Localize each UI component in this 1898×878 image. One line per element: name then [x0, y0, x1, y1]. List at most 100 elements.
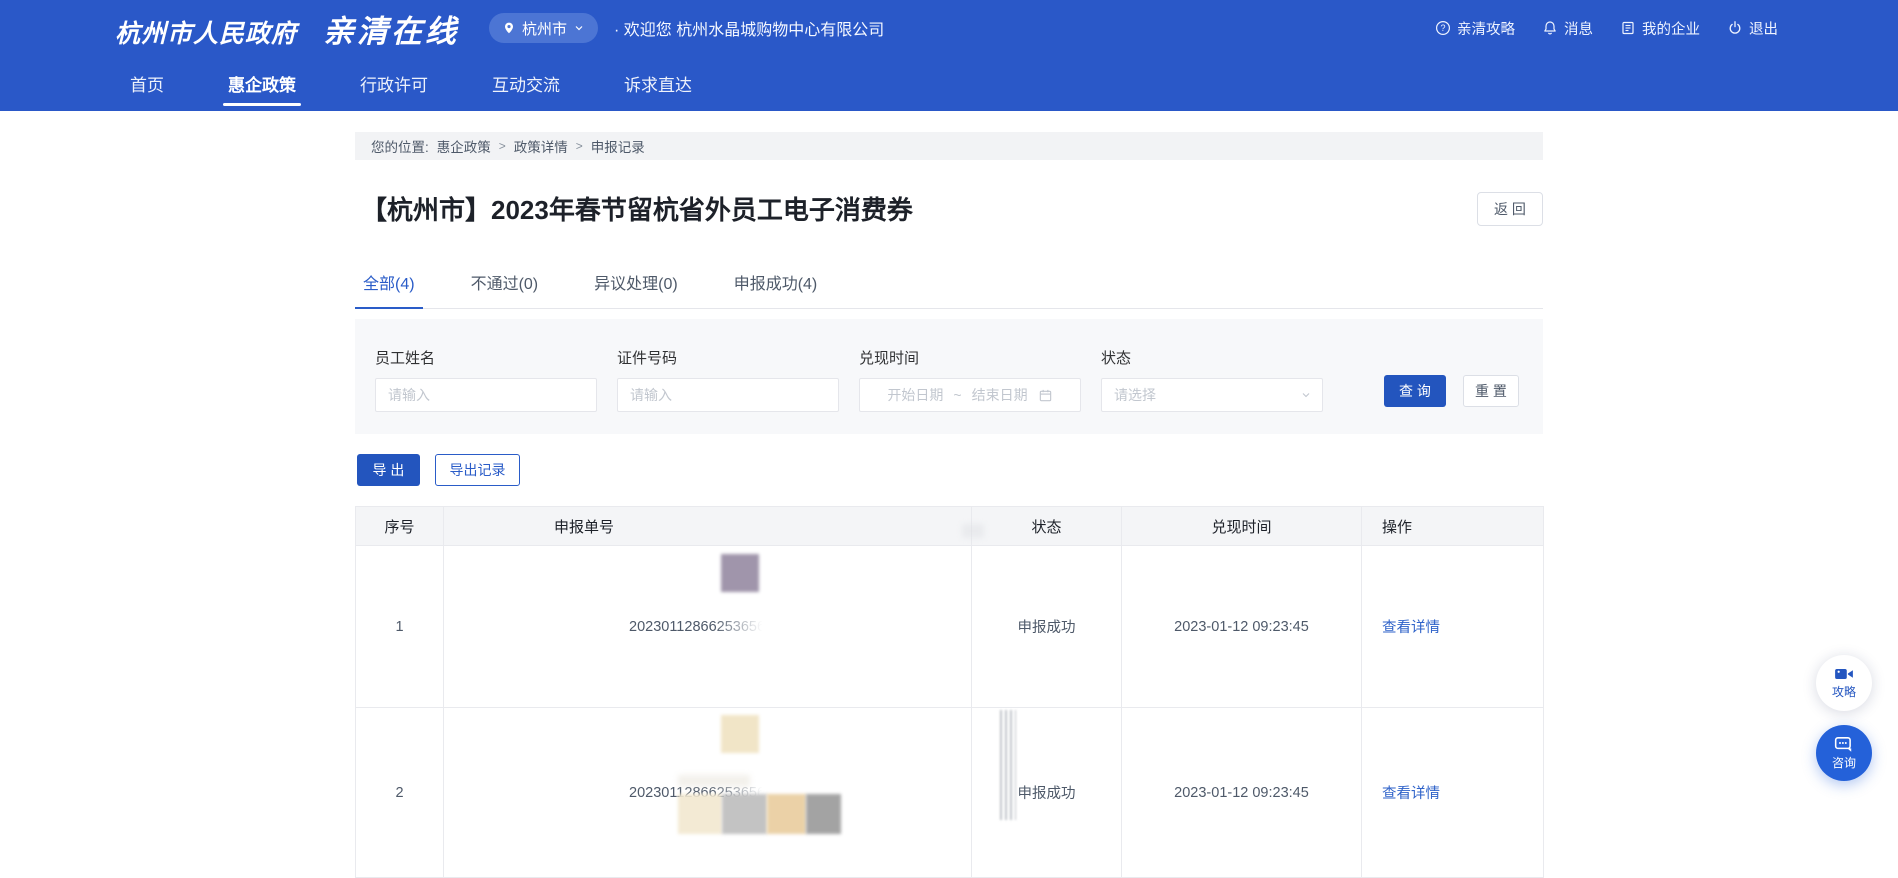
table-header-row: 序号 申报单号 状态 兑现时间 操作 [356, 507, 1544, 546]
declare-no-value: 20230112866253656 [629, 785, 765, 801]
table-row: 1 20230112866253656 申报成功 2023-01-12 09:2… [356, 546, 1544, 708]
filter-panel: 员工姓名 证件号码 兑现时间 开始日期 ~ 结束日期 状态 请选择 [355, 319, 1543, 434]
id-number-field: 证件号码 [617, 347, 859, 434]
export-button[interactable]: 导 出 [357, 454, 420, 486]
redeem-time-range-picker[interactable]: 开始日期 ~ 结束日期 [859, 378, 1081, 412]
search-button[interactable]: 查 询 [1384, 375, 1446, 407]
logout-link[interactable]: 退出 [1727, 18, 1778, 39]
floating-guide-label: 攻略 [1832, 683, 1856, 700]
employee-name-input[interactable] [375, 378, 597, 412]
breadcrumb-separator: > [576, 139, 583, 153]
filter-buttons: 查 询 重 置 [1384, 375, 1519, 434]
guide-link-label: 亲清攻略 [1457, 18, 1515, 39]
status-label: 状态 [1101, 347, 1343, 368]
employee-name-label: 员工姓名 [375, 347, 617, 368]
breadcrumb-item-policies[interactable]: 惠企政策 [437, 136, 491, 156]
breadcrumb: 您的位置: 惠企政策 > 政策详情 > 申报记录 [355, 132, 1543, 160]
chat-bubble-icon [1834, 736, 1854, 753]
chevron-down-icon [573, 22, 585, 34]
action-cell: 查看详情 [1362, 708, 1544, 878]
location-pin-icon [502, 21, 516, 35]
main-nav: 首页 惠企政策 行政许可 互动交流 诉求直达 [0, 56, 1898, 111]
header-links: ? 亲清攻略 消息 我的企业 退出 [1435, 18, 1778, 39]
welcome-text: · 欢迎您 杭州水晶城购物中心有限公司 [614, 16, 884, 40]
logout-link-label: 退出 [1749, 18, 1778, 39]
tab-rejected[interactable]: 不通过(0) [471, 270, 539, 308]
svg-text:?: ? [1440, 23, 1445, 33]
nav-item-policies[interactable]: 惠企政策 [228, 56, 296, 111]
employee-name-field: 员工姓名 [375, 347, 617, 434]
messages-link[interactable]: 消息 [1542, 18, 1593, 39]
view-detail-link[interactable]: 查看详情 [1382, 620, 1440, 636]
date-range-separator: ~ [953, 387, 961, 403]
declare-no-cell: 20230112866253656 [444, 708, 972, 878]
title-row: 【杭州市】2023年春节留杭省外员工电子消费券 返 回 [355, 192, 1543, 228]
records-table: 序号 申报单号 状态 兑现时间 操作 1 20230112866253656 申… [355, 506, 1544, 878]
back-button[interactable]: 返 回 [1477, 192, 1543, 226]
messages-link-label: 消息 [1564, 18, 1593, 39]
reset-button[interactable]: 重 置 [1463, 375, 1519, 407]
status-select-placeholder: 请选择 [1114, 385, 1156, 405]
declare-no-cell: 20230112866253656 [444, 546, 972, 708]
end-date-placeholder: 结束日期 [972, 385, 1028, 405]
column-header-action: 操作 [1362, 507, 1544, 546]
declare-no-value: 20230112866253656 [629, 619, 765, 635]
column-header-redeem-time: 兑现时间 [1122, 507, 1362, 546]
tab-success[interactable]: 申报成功(4) [734, 270, 818, 308]
logo-brand-text: 亲清在线 [323, 6, 459, 51]
export-toolbar: 导 出 导出记录 [355, 454, 1543, 486]
status-cell: 申报成功 [972, 708, 1122, 878]
my-enterprise-link[interactable]: 我的企业 [1620, 18, 1700, 39]
row-index: 2 [356, 708, 444, 878]
id-number-input[interactable] [617, 378, 839, 412]
tab-all[interactable]: 全部(4) [363, 270, 415, 308]
start-date-placeholder: 开始日期 [887, 385, 943, 405]
main-content: 您的位置: 惠企政策 > 政策详情 > 申报记录 【杭州市】2023年春节留杭省… [355, 132, 1543, 878]
city-selector[interactable]: 杭州市 [489, 13, 598, 43]
page-title: 【杭州市】2023年春节留杭省外员工电子消费券 [361, 192, 913, 228]
column-header-declare-no: 申报单号 [444, 507, 972, 546]
status-tabs: 全部(4) 不通过(0) 异议处理(0) 申报成功(4) [355, 270, 1543, 309]
status-select[interactable]: 请选择 [1101, 378, 1323, 412]
action-cell: 查看详情 [1362, 546, 1544, 708]
floating-consult-button[interactable]: 咨询 [1816, 725, 1872, 781]
enterprise-icon [1620, 20, 1636, 36]
redeem-time-field: 兑现时间 开始日期 ~ 结束日期 [859, 347, 1101, 434]
video-camera-icon [1834, 666, 1854, 682]
bell-icon [1542, 20, 1558, 36]
top-header: 杭州市人民政府 亲清在线 杭州市 · 欢迎您 杭州水晶城购物中心有限公司 ? 亲… [0, 0, 1898, 111]
city-label: 杭州市 [522, 18, 567, 39]
row-index: 1 [356, 546, 444, 708]
header-row: 杭州市人民政府 亲清在线 杭州市 · 欢迎您 杭州水晶城购物中心有限公司 ? 亲… [0, 0, 1898, 56]
redeem-time-label: 兑现时间 [859, 347, 1101, 368]
breadcrumb-prefix: 您的位置: [371, 136, 429, 156]
tab-objection[interactable]: 异议处理(0) [594, 270, 678, 308]
nav-item-admin-permits[interactable]: 行政许可 [360, 56, 428, 111]
breadcrumb-item-policy-detail[interactable]: 政策详情 [514, 136, 568, 156]
my-enterprise-link-label: 我的企业 [1642, 18, 1700, 39]
column-header-status: 状态 [972, 507, 1122, 546]
nav-item-home[interactable]: 首页 [130, 56, 164, 111]
export-records-button[interactable]: 导出记录 [435, 454, 520, 486]
nav-item-appeals[interactable]: 诉求直达 [624, 56, 692, 111]
logo-gov-text: 杭州市人民政府 [115, 14, 297, 50]
status-field: 状态 请选择 [1101, 347, 1343, 434]
breadcrumb-item-declare-records: 申报记录 [591, 136, 645, 156]
status-cell: 申报成功 [972, 546, 1122, 708]
calendar-icon [1038, 388, 1053, 403]
power-icon [1727, 20, 1743, 36]
select-chevron-icon [1300, 389, 1312, 401]
column-header-index: 序号 [356, 507, 444, 546]
question-circle-icon: ? [1435, 20, 1451, 36]
records-table-wrap: 序号 申报单号 状态 兑现时间 操作 1 20230112866253656 申… [355, 506, 1543, 878]
redeem-time-cell: 2023-01-12 09:23:45 [1122, 708, 1362, 878]
nav-item-interaction[interactable]: 互动交流 [492, 56, 560, 111]
breadcrumb-separator: > [499, 139, 506, 153]
site-logo[interactable]: 杭州市人民政府 亲清在线 [115, 6, 459, 51]
floating-consult-label: 咨询 [1832, 754, 1856, 771]
guide-link[interactable]: ? 亲清攻略 [1435, 18, 1515, 39]
id-number-label: 证件号码 [617, 347, 859, 368]
redeem-time-cell: 2023-01-12 09:23:45 [1122, 546, 1362, 708]
view-detail-link[interactable]: 查看详情 [1382, 786, 1440, 802]
floating-guide-button[interactable]: 攻略 [1816, 655, 1872, 711]
